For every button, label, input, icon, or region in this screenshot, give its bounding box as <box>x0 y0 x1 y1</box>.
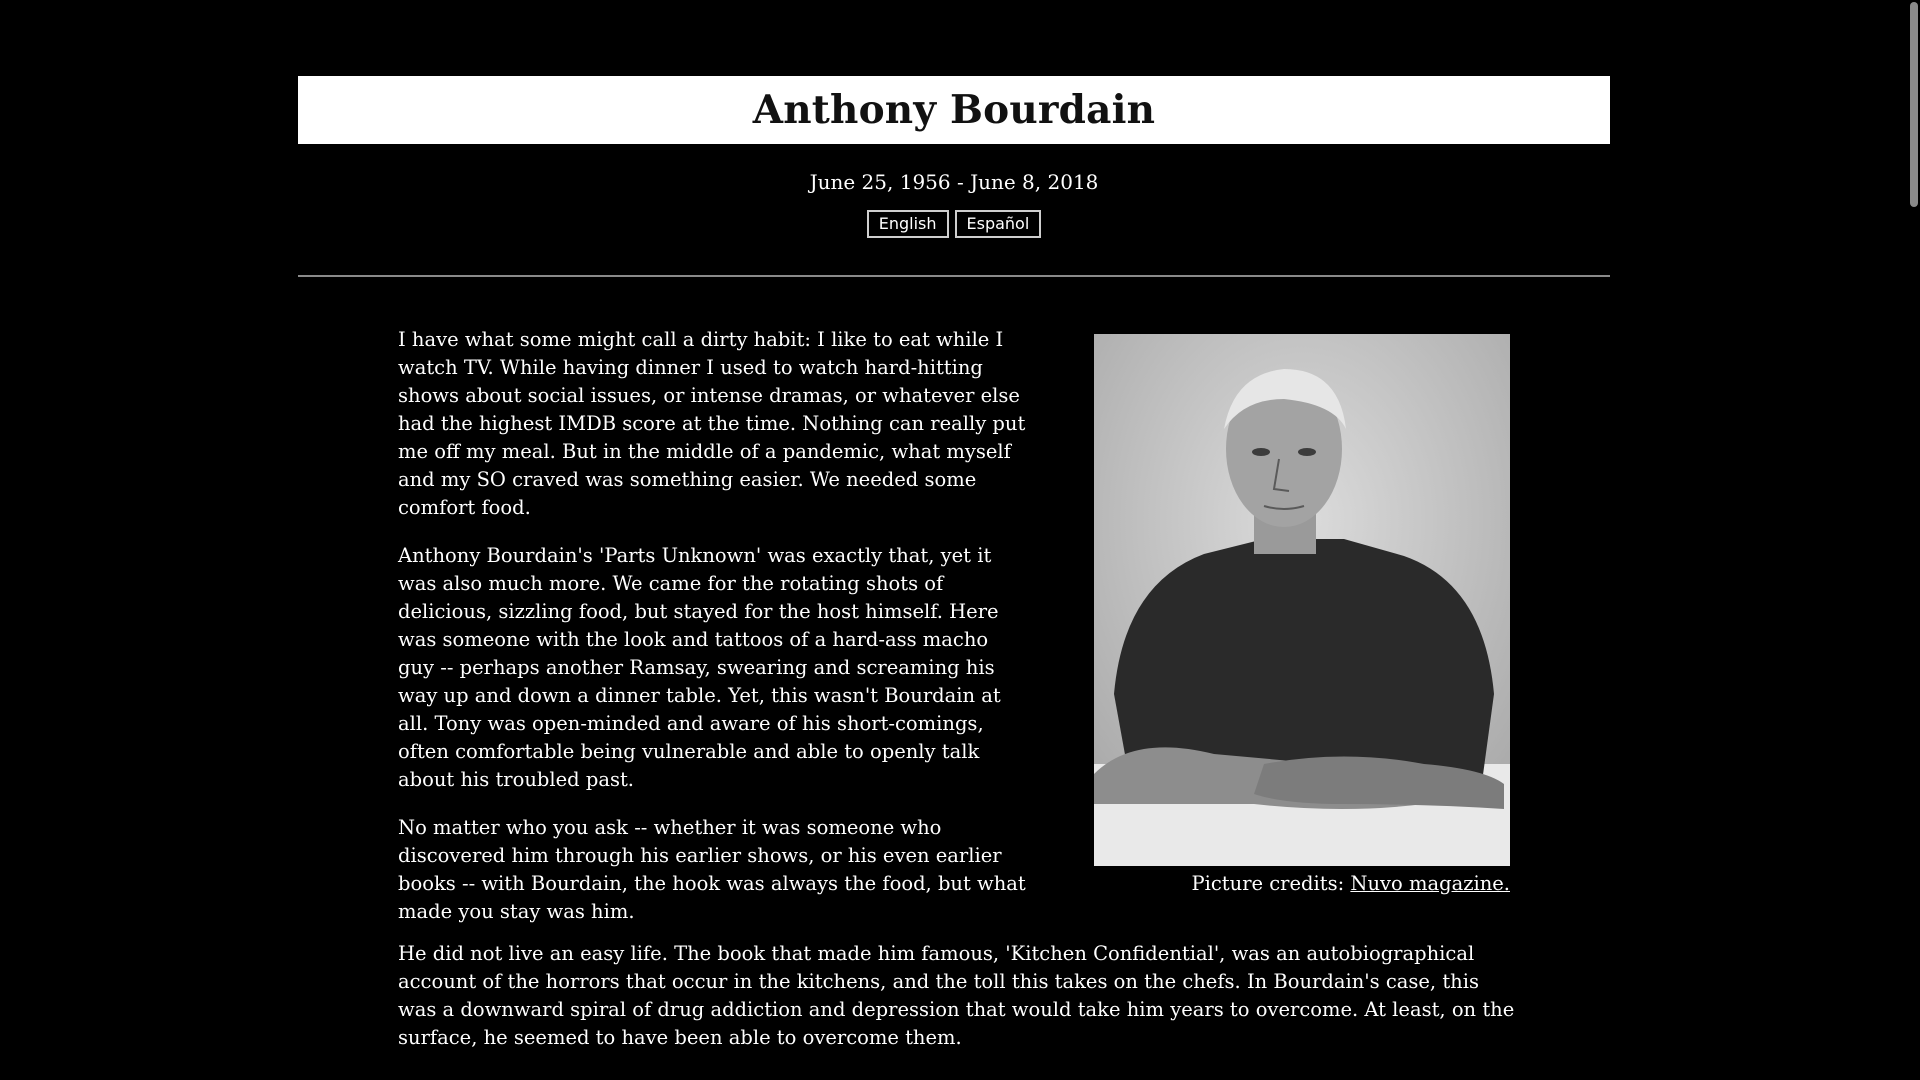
paragraph-4: He did not live an easy life. The book t… <box>398 942 1515 1049</box>
paragraph-3: No matter who you ask -- whether it was … <box>398 816 1026 923</box>
article-continued: He did not live an easy life. The book t… <box>398 940 1518 1072</box>
scrollbar-thumb[interactable] <box>1910 2 1918 207</box>
scrollbar[interactable] <box>1908 0 1920 1080</box>
header-divider <box>298 275 1610 277</box>
paragraph-1: I have what some might call a dirty habi… <box>398 328 1026 519</box>
page-title: Anthony Bourdain <box>752 87 1156 133</box>
intro-text-column: I have what some might call a dirty habi… <box>398 326 1028 946</box>
english-button[interactable]: English <box>866 210 949 238</box>
portrait-figure: Picture credits: Nuvo magazine. <box>1094 334 1510 898</box>
spanish-button[interactable]: Español <box>954 210 1042 238</box>
photo-caption: Picture credits: Nuvo magazine. <box>1094 870 1510 898</box>
portrait-illustration <box>1094 334 1510 866</box>
language-switcher: English Español <box>298 210 1610 238</box>
life-dates: June 25, 1956 - June 8, 2018 <box>809 170 1099 194</box>
header: Anthony Bourdain June 25, 1956 - June 8,… <box>298 76 1610 277</box>
title-banner: Anthony Bourdain <box>298 76 1610 144</box>
caption-link[interactable]: Nuvo magazine. <box>1350 872 1510 895</box>
page: Anthony Bourdain June 25, 1956 - June 8,… <box>0 0 1920 1080</box>
caption-prefix: Picture credits: <box>1191 872 1351 895</box>
paragraph-2: Anthony Bourdain's 'Parts Unknown' was e… <box>398 544 1001 791</box>
portrait-photo <box>1094 334 1510 866</box>
